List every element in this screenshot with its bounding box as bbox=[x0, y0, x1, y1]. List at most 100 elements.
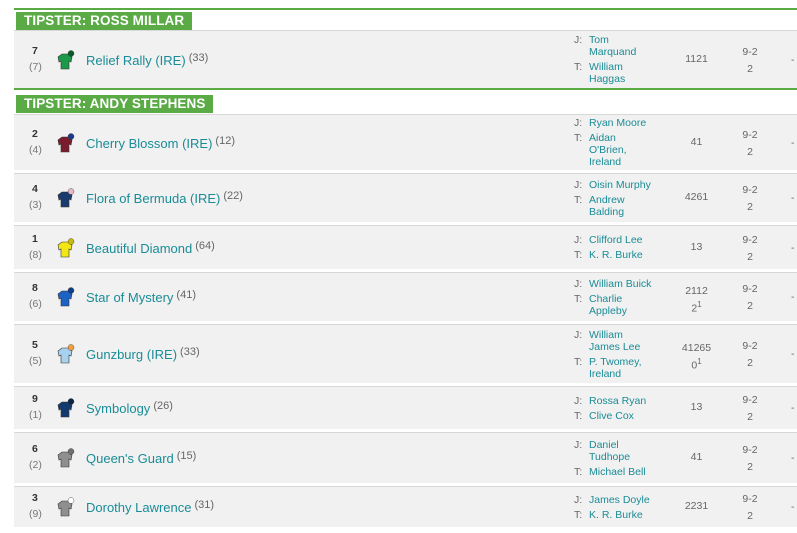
jockey-name-link[interactable]: Rossa Ryan bbox=[589, 395, 661, 407]
form-figures: 41265 01 bbox=[669, 342, 724, 373]
jockey-name-line[interactable]: Tudhope bbox=[589, 451, 661, 463]
trainer-name-line[interactable]: Andrew bbox=[589, 194, 661, 206]
jockey-name-link[interactable]: Ryan Moore bbox=[589, 117, 661, 129]
jockey-name-line[interactable]: James Lee bbox=[589, 341, 661, 353]
stall-draw: (3) bbox=[29, 199, 42, 211]
jockey-name-link[interactable]: Daniel Tudhope bbox=[589, 439, 661, 463]
trainer-name-line[interactable]: Clive Cox bbox=[589, 410, 661, 422]
runner-number: 9 bbox=[32, 393, 38, 405]
form-value: 1121 bbox=[685, 52, 708, 65]
horse-name[interactable]: Star of Mystery bbox=[86, 290, 173, 305]
jockey-name-line[interactable]: Clifford Lee bbox=[589, 234, 661, 246]
odds-top: 9-2 bbox=[742, 340, 758, 352]
horse-name-link[interactable]: Flora of Bermuda (IRE) (22) bbox=[86, 190, 243, 206]
horse-rating: (33) bbox=[180, 346, 200, 358]
runner-number: 8 bbox=[32, 282, 38, 294]
jockey-name-line[interactable]: Ryan Moore bbox=[589, 117, 661, 129]
trainer-name-line[interactable]: Charlie bbox=[589, 293, 661, 305]
jockey-label: J: bbox=[574, 438, 583, 451]
horse-name[interactable]: Gunzburg (IRE) bbox=[86, 347, 177, 362]
trainer-name-link[interactable]: William Haggas bbox=[589, 61, 661, 85]
form-value: 41 bbox=[690, 451, 703, 463]
jockey-name-line[interactable]: Daniel bbox=[589, 439, 661, 451]
trainer-name-link[interactable]: K. R. Burke bbox=[589, 509, 661, 521]
trainer-name-line[interactable]: Haggas bbox=[589, 73, 661, 85]
horse-name[interactable]: Relief Rally (IRE) bbox=[86, 53, 186, 68]
trainer-label: T: bbox=[574, 409, 583, 422]
horse-name-link[interactable]: Gunzburg (IRE) (33) bbox=[86, 346, 200, 362]
trainer-name-line[interactable]: Aidan bbox=[589, 132, 661, 144]
horse-rating: (31) bbox=[194, 499, 215, 511]
stall-draw: (4) bbox=[29, 143, 42, 156]
form-value: 2112 bbox=[685, 285, 708, 297]
jockey-name-line[interactable]: Tom bbox=[589, 34, 661, 46]
odds-dash: - bbox=[791, 136, 795, 149]
trainer-name-line[interactable]: Ireland bbox=[589, 156, 661, 168]
form-figures: 41 bbox=[669, 451, 724, 464]
trainer-name-link[interactable]: Michael Bell bbox=[589, 466, 661, 478]
horse-name-link[interactable]: Relief Rally (IRE) (33) bbox=[86, 52, 208, 68]
trainer-name-link[interactable]: P. Twomey, Ireland bbox=[589, 356, 661, 380]
horse-name-link[interactable]: Dorothy Lawrence (31) bbox=[86, 499, 214, 515]
horse-name-link[interactable]: Beautiful Diamond (64) bbox=[86, 240, 215, 256]
jockey-name-link[interactable]: William Buick bbox=[589, 278, 661, 290]
runner-number: 3 bbox=[32, 492, 38, 504]
jockey-name-link[interactable]: William James Lee bbox=[589, 329, 661, 353]
horse-name[interactable]: Symbology bbox=[86, 401, 150, 416]
trainer-name-line[interactable]: K. R. Burke bbox=[589, 509, 661, 521]
odds-dash: - bbox=[791, 348, 795, 360]
horse-name-link[interactable]: Star of Mystery (41) bbox=[86, 289, 196, 305]
jockey-name-line[interactable]: William Buick bbox=[589, 278, 661, 290]
trainer-name-link[interactable]: Andrew Balding bbox=[589, 194, 661, 218]
horse-rating: (15) bbox=[176, 450, 197, 462]
jockey-name-link[interactable]: Tom Marquand bbox=[589, 34, 661, 58]
trainer-name-link[interactable]: Charlie Appleby bbox=[589, 293, 661, 317]
trainer-label: T: bbox=[574, 132, 583, 144]
jockey-name-line[interactable]: William bbox=[589, 329, 661, 341]
jockey-silk-icon bbox=[54, 187, 76, 209]
horse-name[interactable]: Beautiful Diamond bbox=[86, 241, 192, 256]
jockey-label: J: bbox=[574, 328, 583, 341]
jockey-name-link[interactable]: James Doyle bbox=[589, 494, 661, 506]
jockey-label: J: bbox=[574, 34, 583, 46]
horse-name[interactable]: Dorothy Lawrence bbox=[86, 500, 192, 515]
horse-name-link[interactable]: Cherry Blossom (IRE) (12) bbox=[86, 135, 235, 151]
trainer-name-link[interactable]: Aidan O'Brien, Ireland bbox=[589, 132, 661, 168]
trainer-label: T: bbox=[574, 355, 583, 368]
horse-name[interactable]: Cherry Blossom (IRE) bbox=[86, 136, 212, 151]
jockey-name-link[interactable]: Oisin Murphy bbox=[589, 179, 661, 191]
trainer-name-line[interactable]: O'Brien, bbox=[589, 144, 661, 156]
runner-number: 6 bbox=[32, 443, 38, 455]
horse-name[interactable]: Queen's Guard bbox=[86, 451, 174, 466]
odds-dash: - bbox=[791, 291, 795, 303]
odds-dash: - bbox=[791, 402, 795, 414]
jockey-name-line[interactable]: Marquand bbox=[589, 46, 661, 58]
form-value: 13 bbox=[690, 240, 703, 253]
jockey-name-line[interactable]: Rossa Ryan bbox=[589, 395, 661, 407]
jockey-name-link[interactable]: Clifford Lee bbox=[589, 234, 661, 246]
horse-rating: (12) bbox=[215, 134, 235, 147]
form-value: 41265 bbox=[681, 342, 712, 354]
jockey-name-line[interactable]: Oisin Murphy bbox=[589, 179, 661, 191]
horse-name-link[interactable]: Symbology (26) bbox=[86, 400, 173, 416]
trainer-name-link[interactable]: K. R. Burke bbox=[589, 249, 661, 261]
jockey-name-line[interactable]: James Doyle bbox=[589, 494, 661, 506]
form-figures: 13 bbox=[669, 401, 724, 414]
trainer-name-line[interactable]: Ireland bbox=[589, 368, 661, 380]
jockey-label: J: bbox=[574, 117, 583, 129]
form-value: 13 bbox=[690, 401, 703, 413]
trainer-name-link[interactable]: Clive Cox bbox=[589, 410, 661, 422]
runner-row: 1 (8) Beautiful Diamond (64) J: Clifford Lee T… bbox=[14, 225, 797, 269]
trainer-name-line[interactable]: K. R. Burke bbox=[589, 249, 661, 261]
horse-name-link[interactable]: Queen's Guard (15) bbox=[86, 450, 196, 466]
trainer-name-line[interactable]: Michael Bell bbox=[589, 466, 661, 478]
trainer-name-line[interactable]: William bbox=[589, 61, 661, 73]
odds-top: 9-2 bbox=[742, 233, 758, 246]
trainer-name-line[interactable]: Appleby bbox=[589, 305, 661, 317]
horse-name[interactable]: Flora of Bermuda (IRE) bbox=[86, 191, 220, 206]
runner-row: 4 (3) Flora of Bermuda (IRE) (22) J: Oisin Mu… bbox=[14, 173, 797, 222]
jockey-silk-icon bbox=[54, 496, 76, 518]
trainer-name-line[interactable]: Balding bbox=[589, 206, 661, 218]
trainer-name-line[interactable]: P. Twomey, bbox=[589, 356, 661, 368]
runner-number: 1 bbox=[32, 232, 38, 245]
